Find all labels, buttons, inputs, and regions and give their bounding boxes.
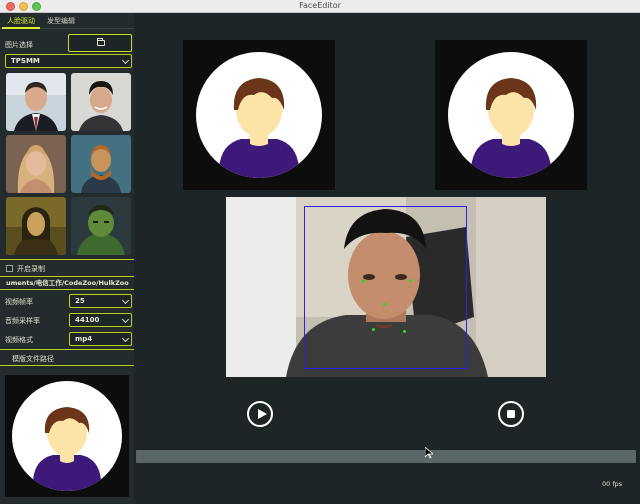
record-label: 开启录制 xyxy=(17,265,45,273)
open-folder-button[interactable] xyxy=(68,34,132,52)
model-select[interactable]: TPSMM xyxy=(5,54,132,68)
chevron-down-icon xyxy=(121,315,130,324)
landmark-point xyxy=(362,280,365,283)
play-button[interactable] xyxy=(247,401,273,427)
template-preview xyxy=(5,375,129,497)
fps-select[interactable]: 25 xyxy=(69,294,132,308)
landmark-point xyxy=(372,328,375,331)
sample-rate-select-value: 44100 xyxy=(75,316,100,324)
sample-rate-select[interactable]: 44100 xyxy=(69,313,132,327)
stop-icon xyxy=(507,410,515,418)
format-label: 视频格式 xyxy=(5,336,33,344)
fps-select-value: 25 xyxy=(75,297,85,305)
record-checkbox[interactable] xyxy=(6,265,13,272)
landmark-point xyxy=(409,279,412,282)
avatar-thumbnail-3[interactable] xyxy=(6,135,66,193)
chevron-down-icon xyxy=(121,56,130,65)
output-path-field[interactable]: uments/电信工作/CodeZoo/HulkZoo xyxy=(0,276,134,290)
default-avatar-icon xyxy=(448,52,574,178)
chevron-down-icon xyxy=(121,334,130,343)
format-select-value: mp4 xyxy=(75,335,93,343)
divider xyxy=(0,349,134,350)
face-bounding-box xyxy=(304,206,467,369)
fps-readout: 00 fps xyxy=(602,480,623,488)
landmark-point xyxy=(403,330,406,333)
avatar-thumbnail-5[interactable] xyxy=(6,197,66,255)
sample-rate-label: 音频采样率 xyxy=(5,317,40,325)
image-select-label: 图片选择 xyxy=(5,41,33,49)
landmark-point xyxy=(383,303,386,306)
default-avatar-icon xyxy=(12,381,122,491)
stop-button[interactable] xyxy=(498,401,524,427)
chevron-down-icon xyxy=(121,296,130,305)
avatar-thumbnail-4[interactable] xyxy=(71,135,131,193)
window-titlebar: FaceEditor xyxy=(0,0,640,13)
sidebar: 人脸驱动 发型编辑 图片选择 TPSMM 开启录制 uments/电信工作/Co… xyxy=(0,13,134,504)
tab-bar: 人脸驱动 发型编辑 xyxy=(0,13,134,29)
progress-bar[interactable] xyxy=(136,450,636,463)
model-select-value: TPSMM xyxy=(11,57,40,65)
avatar-thumbnail-1[interactable] xyxy=(6,73,66,131)
template-path-label: 模版文件路径 xyxy=(12,355,54,363)
mouse-cursor-icon xyxy=(424,444,435,463)
divider xyxy=(0,365,134,366)
play-icon xyxy=(258,409,267,419)
divider xyxy=(0,259,134,260)
source-face-canvas xyxy=(183,40,335,190)
camera-feed xyxy=(226,197,546,377)
tab-hair-edit[interactable]: 发型编辑 xyxy=(42,13,80,29)
result-face-canvas xyxy=(435,40,587,190)
fps-label: 视频帧率 xyxy=(5,298,33,306)
window-title: FaceEditor xyxy=(299,1,341,10)
avatar-thumbnail-2[interactable] xyxy=(71,73,131,131)
format-select[interactable]: mp4 xyxy=(69,332,132,346)
default-avatar-icon xyxy=(196,52,322,178)
folder-icon xyxy=(97,38,105,46)
avatar-thumbnail-6[interactable] xyxy=(71,197,131,255)
tab-face-drive[interactable]: 人脸驱动 xyxy=(2,13,40,29)
